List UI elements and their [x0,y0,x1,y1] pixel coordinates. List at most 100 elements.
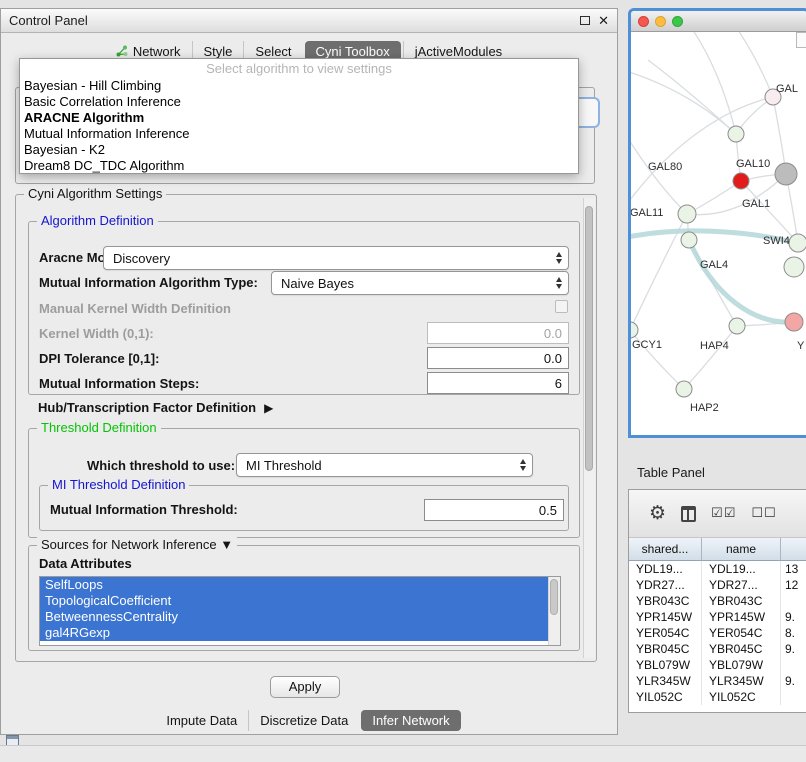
cell[interactable]: YER054C [702,625,781,641]
cell[interactable]: YPR145W [629,609,702,625]
expand-right-icon[interactable]: ▶ [264,401,273,415]
algorithm-option-bayesian-hill-climbing[interactable]: Bayesian - Hill Climbing [20,78,578,94]
list-item-betweennesscentrality[interactable]: BetweennessCentrality [40,609,548,625]
cell[interactable]: YBR045C [629,641,702,657]
cell[interactable]: 8. [781,625,806,641]
column-header-shared-name[interactable]: shared... [629,538,702,561]
column-header-partial[interactable] [781,538,806,561]
network-node[interactable] [678,205,696,223]
hub-transcription-factor-section[interactable]: Hub/Transcription Factor Definition▶ [38,400,273,415]
cell[interactable]: 9. [781,641,806,657]
network-window-titlebar[interactable] [631,11,806,32]
collapse-down-icon[interactable]: ▼ [220,537,233,552]
select-all-columns-icon[interactable]: ☑☑ [711,506,736,521]
gear-icon[interactable]: ⚙ [649,504,666,523]
algorithm-option-mutual-information[interactable]: Mutual Information Inference [20,126,578,142]
close-window-icon[interactable] [638,16,649,27]
cell[interactable] [781,657,806,673]
cell[interactable]: 9. [781,673,806,689]
cell[interactable]: YDR27... [629,577,702,593]
sources-title-text: Sources for Network Inference [41,537,217,552]
mi-algorithm-type-select[interactable]: Naive Bayes [271,271,569,295]
cell[interactable]: YBR043C [702,593,781,609]
cell[interactable]: YBR043C [629,593,702,609]
table-row[interactable]: YBR043CYBR043C [629,593,806,609]
cell[interactable]: YBR045C [702,641,781,657]
network-node[interactable] [789,234,806,252]
float-panel-icon[interactable] [580,16,590,25]
network-node-red[interactable] [733,173,749,189]
algorithm-option-aracne-selected[interactable]: ARACNE Algorithm [20,110,578,126]
table-row[interactable]: YLR345WYLR345W9. [629,673,806,689]
unselect-all-columns-icon[interactable]: ☐☐ [751,506,776,521]
table-row[interactable]: YDL19...YDL19...13 [629,561,806,577]
mi-threshold-input[interactable] [424,499,564,521]
aracne-mode-select[interactable]: Discovery [103,246,569,270]
node-label: GAL1 [742,198,770,210]
dpi-tolerance-input[interactable] [427,347,569,369]
control-panel-window: Control Panel ✕ Network Style Select Cyn… [0,8,618,735]
table-row[interactable]: YER054CYER054C8. [629,625,806,641]
network-graph: GAL GAL80 GAL10 GAL11 GAL1 SWI4 GAL4 GCY… [631,32,806,435]
tab-infer-network[interactable]: Infer Network [361,710,460,731]
column-header-name[interactable]: name [702,538,781,561]
cell[interactable]: YDR27... [702,577,781,593]
network-canvas[interactable]: GAL GAL80 GAL10 GAL11 GAL1 SWI4 GAL4 GCY… [631,32,806,435]
algorithm-option-bayesian-k2[interactable]: Bayesian - K2 [20,142,578,158]
algorithm-option-dream8[interactable]: Dream8 DC_TDC Algorithm [20,158,578,174]
network-node[interactable] [729,318,745,334]
algorithm-option-basic-correlation[interactable]: Basic Correlation Inference [20,94,578,110]
list-scrollbar[interactable] [548,577,560,645]
table-row[interactable]: YDR27...YDR27...12 [629,577,806,593]
network-node[interactable] [784,257,804,277]
table-row[interactable]: YIL052CYIL052C [629,689,806,705]
cell[interactable]: YPR145W [702,609,781,625]
network-node[interactable] [676,381,692,397]
table-row[interactable]: YPR145WYPR145W9. [629,609,806,625]
mi-steps-input[interactable] [427,372,569,394]
cell[interactable]: 9. [781,609,806,625]
cell[interactable]: YDL19... [702,561,781,577]
cell[interactable]: YLR345W [629,673,702,689]
cell[interactable]: YBL079W [702,657,781,673]
network-scrollbar-fragment[interactable] [796,32,806,48]
cell[interactable]: YLR345W [702,673,781,689]
dropdown-prompt: Select algorithm to view settings [20,59,578,78]
list-item-gal4rgexp[interactable]: gal4RGexp [40,625,548,641]
network-node-pink[interactable] [785,313,803,331]
cell[interactable]: 12 [781,577,806,593]
network-node[interactable] [681,232,697,248]
cell[interactable]: 13 [781,561,806,577]
sources-group-title: Sources for Network Inference ▼ [37,537,237,552]
list-scrollbar-thumb[interactable] [550,579,558,615]
zoom-window-icon[interactable] [672,16,683,27]
tab-discretize-data[interactable]: Discretize Data [248,710,359,731]
minimize-window-icon[interactable] [655,16,666,27]
list-item-topologicalcoefficient[interactable]: TopologicalCoefficient [40,593,548,609]
tab-impute-data[interactable]: Impute Data [155,710,248,731]
cell[interactable] [781,689,806,705]
manual-kernel-width-label: Manual Kernel Width Definition [39,301,231,316]
settings-scrollbar-thumb[interactable] [585,206,593,471]
dpi-tolerance-label: DPI Tolerance [0,1]: [39,351,159,366]
which-threshold-select[interactable]: MI Threshold [236,453,533,477]
cell[interactable] [781,593,806,609]
network-node[interactable] [631,322,638,338]
mi-algorithm-type-label: Mutual Information Algorithm Type: [39,275,258,290]
control-panel-title: Control Panel [9,13,88,28]
cell[interactable]: YIL052C [629,689,702,705]
close-panel-icon[interactable]: ✕ [598,14,609,27]
network-node[interactable] [775,163,797,185]
list-item-selfloops[interactable]: SelfLoops [40,577,548,593]
show-columns-icon[interactable] [681,506,696,522]
network-node[interactable] [728,126,744,142]
settings-scrollbar[interactable] [583,198,595,658]
cell[interactable]: YBL079W [629,657,702,673]
mi-threshold-label: Mutual Information Threshold: [50,502,238,517]
table-row[interactable]: YBR045CYBR045C9. [629,641,806,657]
cell[interactable]: YDL19... [629,561,702,577]
apply-button[interactable]: Apply [270,676,340,698]
table-row[interactable]: YBL079WYBL079W [629,657,806,673]
cell[interactable]: YER054C [629,625,702,641]
cell[interactable]: YIL052C [702,689,781,705]
